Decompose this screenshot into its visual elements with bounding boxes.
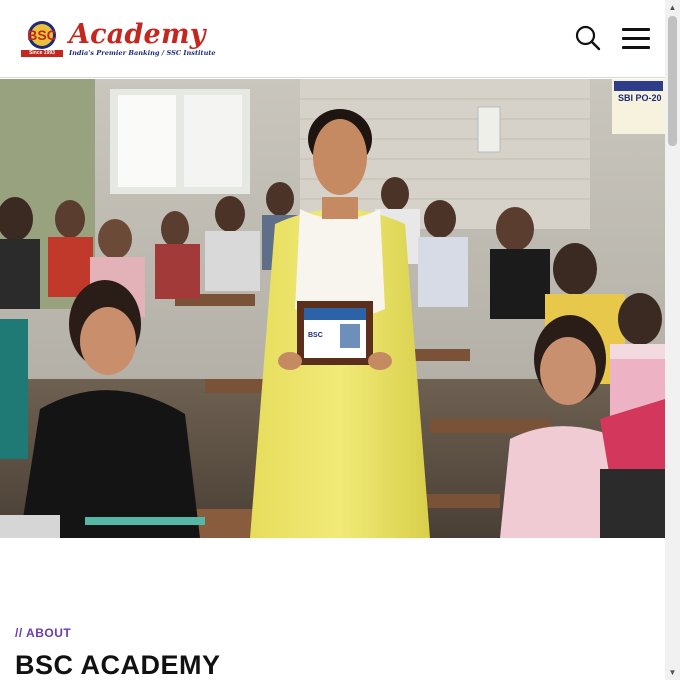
about-title: BSC ACADEMY	[15, 650, 221, 680]
svg-text:SBI PO-20: SBI PO-20	[618, 93, 662, 103]
scrollbar-thumb[interactable]	[668, 16, 677, 146]
logo-wordmark: Academy	[69, 19, 206, 50]
search-button[interactable]	[574, 24, 602, 52]
svg-text:BSC: BSC	[27, 27, 57, 43]
brand-logo[interactable]: BSC Since 1993 Academy India's Premier B…	[20, 20, 216, 58]
search-icon	[575, 25, 601, 51]
hamburger-menu-icon-bar	[622, 37, 650, 40]
hamburger-menu-icon-bar	[622, 46, 650, 49]
scroll-up-arrow-icon[interactable]: ▲	[665, 0, 680, 15]
scroll-down-arrow-icon[interactable]: ▼	[665, 665, 680, 680]
vertical-scrollbar[interactable]: ▲ ▼	[665, 0, 680, 680]
hamburger-menu-icon	[622, 28, 650, 31]
hero-image: SBI PO-20 BSC	[0, 79, 665, 538]
svg-text:BSC: BSC	[308, 332, 323, 339]
site-header: BSC Since 1993 Academy India's Premier B…	[0, 0, 665, 78]
logo-tagline: India's Premier Banking / SSC Institute	[69, 49, 216, 57]
classroom-students-photo: SBI PO-20 BSC	[0, 79, 665, 538]
logo-since-label: Since 1993	[21, 50, 63, 57]
about-kicker: // ABOUT	[15, 626, 72, 640]
menu-button[interactable]	[622, 26, 652, 50]
page-viewport: BSC Since 1993 Academy India's Premier B…	[0, 0, 665, 680]
